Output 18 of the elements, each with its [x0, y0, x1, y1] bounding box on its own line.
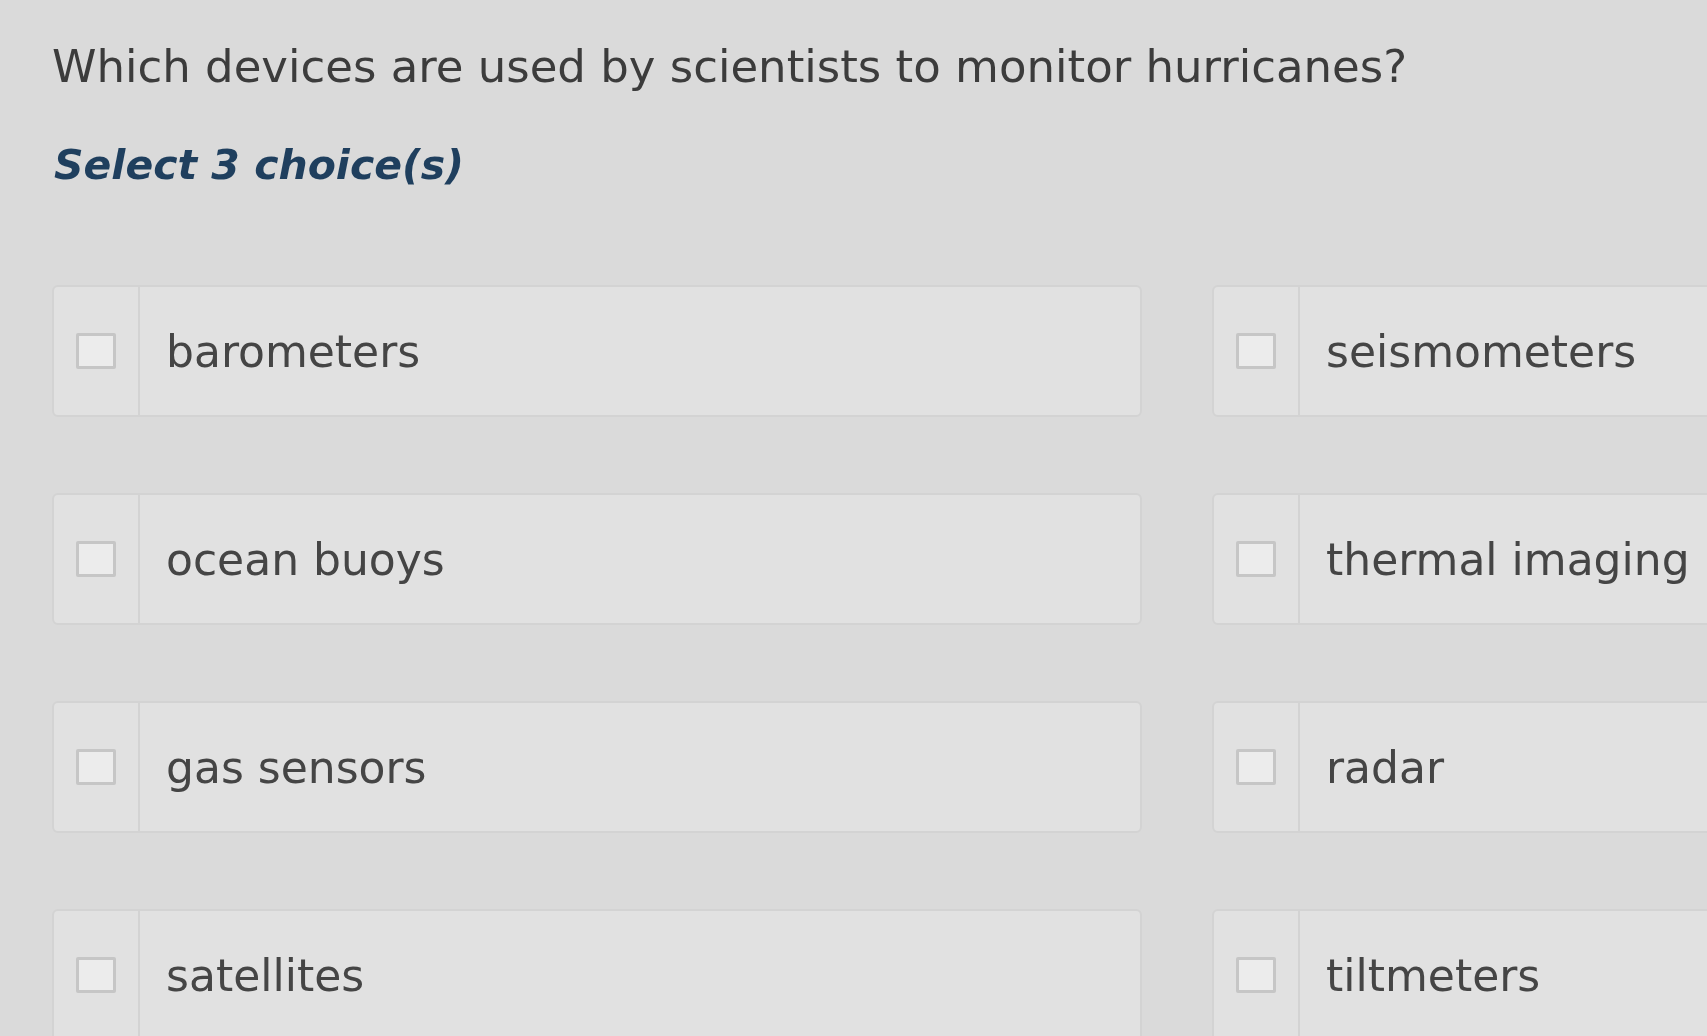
- checkbox[interactable]: [1236, 957, 1276, 993]
- checkbox[interactable]: [1236, 749, 1276, 785]
- choice-option[interactable]: barometers: [52, 285, 1142, 417]
- checkbox[interactable]: [1236, 333, 1276, 369]
- question-text: Which devices are used by scientists to monitor hurricanes?: [52, 40, 1409, 93]
- choice-option[interactable]: thermal imaging: [1212, 493, 1707, 625]
- checkbox[interactable]: [76, 333, 116, 369]
- checkbox[interactable]: [76, 541, 116, 577]
- checkbox[interactable]: [1236, 541, 1276, 577]
- choice-option[interactable]: ocean buoys: [52, 493, 1142, 625]
- checkbox[interactable]: [76, 957, 116, 993]
- choice-option[interactable]: satellites: [52, 909, 1142, 1036]
- choice-option[interactable]: radar: [1212, 701, 1707, 833]
- choice-option[interactable]: seismometers: [1212, 285, 1707, 417]
- choice-option[interactable]: gas sensors: [52, 701, 1142, 833]
- checkbox[interactable]: [76, 749, 116, 785]
- choice-option[interactable]: tiltmeters: [1212, 909, 1707, 1036]
- instruction-text: Select 3 choice(s): [54, 141, 465, 189]
